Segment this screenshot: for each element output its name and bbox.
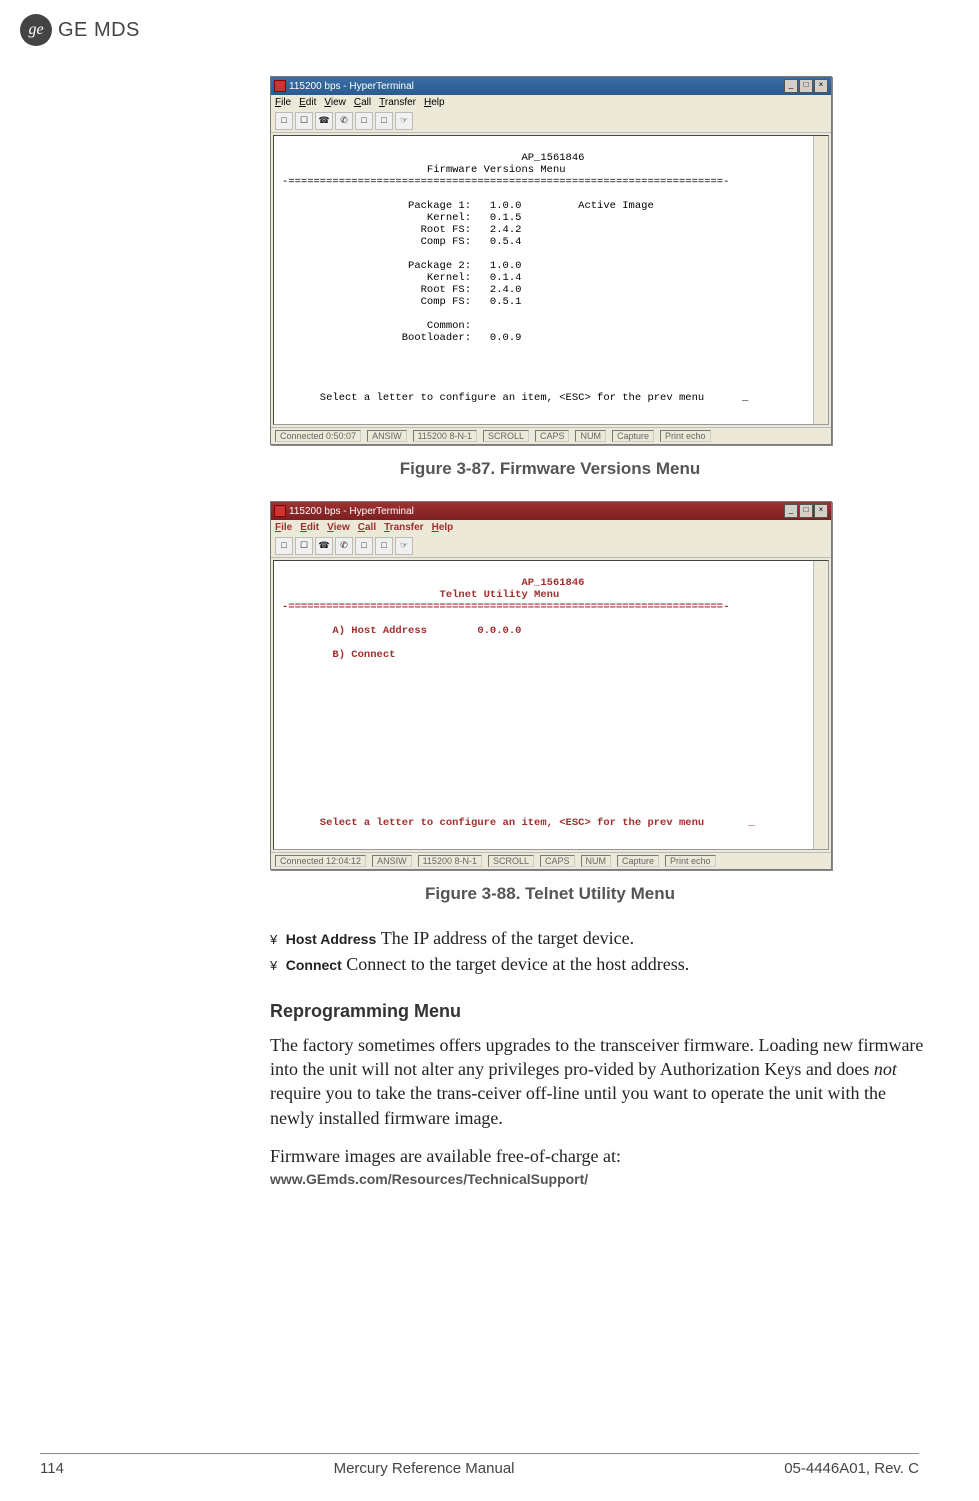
tb-new-icon[interactable]: □ [275,112,293,130]
tb-new-icon[interactable]: □ [275,537,293,555]
status-capture-1: Capture [612,430,654,442]
footer-doc: 05-4446A01, Rev. C [784,1460,919,1477]
status-baud-2: 115200 8-N-1 [418,855,482,867]
connect-label: Connect [286,957,342,973]
close-button[interactable]: × [814,79,828,93]
menu-transfer[interactable]: Transfer [384,522,423,533]
bullet-icon: ¥ [270,958,277,973]
minimize-button[interactable]: _ [784,504,798,518]
tb-send-icon[interactable]: □ [355,537,373,555]
tb-open-icon[interactable]: ☐ [295,112,313,130]
header-logo: ge GE MDS [20,14,909,46]
host-address-text: The IP address of the target device. [381,928,634,948]
host-address-label: Host Address [286,931,377,947]
reprogramming-heading: Reprogramming Menu [270,999,930,1023]
hyperterminal-window-1: 115200 bps - HyperTerminal _ □ × File Ed… [270,76,832,445]
statusbar-2: Connected 12:04:12 ANSIW 115200 8-N-1 SC… [271,852,831,869]
window-title-1: 115200 bps - HyperTerminal [289,81,414,92]
tb-prop-icon[interactable]: ☞ [395,112,413,130]
menubar-2: File Edit View Call Transfer Help [271,520,831,535]
figure-87-block: 115200 bps - HyperTerminal _ □ × File Ed… [270,76,909,479]
app-icon [274,80,286,92]
para-1: The factory sometimes offers upgrades to… [270,1033,930,1130]
titlebar-2: 115200 bps - HyperTerminal _ □ × [271,502,831,520]
app-icon [274,505,286,517]
terminal-text-1: AP_1561846 Firmware Versions Menu -=====… [282,152,748,404]
tb-open-icon[interactable]: ☐ [295,537,313,555]
menu-view[interactable]: View [324,97,346,108]
figure-88-caption: Figure 3-88. Telnet Utility Menu [270,884,830,904]
terminal-body-1: AP_1561846 Firmware Versions Menu -=====… [273,135,829,425]
toolbar-2: □ ☐ ☎ ✆ □ □ ☞ [271,535,831,558]
tb-disc-icon[interactable]: ✆ [335,537,353,555]
terminal-text-2: AP_1561846 Telnet Utility Menu -========… [282,577,755,829]
footer-title: Mercury Reference Manual [334,1460,515,1477]
titlebar-1: 115200 bps - HyperTerminal _ □ × [271,77,831,95]
para1-italic: not [874,1059,897,1079]
status-connected-2: Connected 12:04:12 [275,855,366,867]
status-printecho-1: Print echo [660,430,711,442]
status-capture-2: Capture [617,855,659,867]
scrollbar-1[interactable] [813,136,828,424]
tb-send-icon[interactable]: □ [355,112,373,130]
def-connect: ¥ Connect Connect to the target device a… [270,952,930,976]
support-url[interactable]: www.GEmds.com/Resources/TechnicalSupport… [270,1170,930,1189]
menu-call[interactable]: Call [354,97,371,108]
status-caps-2: CAPS [540,855,575,867]
toolbar-1: □ ☐ ☎ ✆ □ □ ☞ [271,110,831,133]
menu-edit[interactable]: Edit [299,97,316,108]
ge-circle-icon: ge [20,14,52,46]
terminal-body-2: AP_1561846 Telnet Utility Menu -========… [273,560,829,850]
tb-recv-icon[interactable]: □ [375,112,393,130]
tb-disc-icon[interactable]: ✆ [335,112,353,130]
page-footer: 114 Mercury Reference Manual 05-4446A01,… [40,1453,919,1477]
status-emul-2: ANSIW [372,855,412,867]
page-number: 114 [40,1460,64,1477]
hyperterminal-window-2: 115200 bps - HyperTerminal _ □ × File Ed… [270,501,832,870]
menu-help[interactable]: Help [432,522,454,533]
menu-edit[interactable]: Edit [300,522,319,533]
maximize-button[interactable]: □ [799,504,813,518]
menu-file[interactable]: File [275,522,292,533]
tb-prop-icon[interactable]: ☞ [395,537,413,555]
scrollbar-2[interactable] [813,561,828,849]
minimize-button[interactable]: _ [784,79,798,93]
figure-87-caption: Figure 3-87. Firmware Versions Menu [270,459,830,479]
window-title-2: 115200 bps - HyperTerminal [289,506,414,517]
statusbar-1: Connected 0:50:07 ANSIW 115200 8-N-1 SCR… [271,427,831,444]
menubar-1: File Edit View Call Transfer Help [271,95,831,110]
status-emul-1: ANSIW [367,430,407,442]
status-scroll-2: SCROLL [488,855,534,867]
menu-call[interactable]: Call [358,522,376,533]
menu-transfer[interactable]: Transfer [379,97,416,108]
body-text: ¥ Host Address The IP address of the tar… [270,926,930,1189]
maximize-button[interactable]: □ [799,79,813,93]
close-button[interactable]: × [814,504,828,518]
tb-call-icon[interactable]: ☎ [315,112,333,130]
status-caps-1: CAPS [535,430,570,442]
tb-call-icon[interactable]: ☎ [315,537,333,555]
figure-88-block: 115200 bps - HyperTerminal _ □ × File Ed… [270,501,909,904]
connect-text: Connect to the target device at the host… [346,954,689,974]
tb-recv-icon[interactable]: □ [375,537,393,555]
status-num-2: NUM [581,855,612,867]
menu-help[interactable]: Help [424,97,445,108]
menu-view[interactable]: View [327,522,350,533]
status-scroll-1: SCROLL [483,430,529,442]
window-controls: _ □ × [784,504,828,518]
status-baud-1: 115200 8-N-1 [413,430,477,442]
status-printecho-2: Print echo [665,855,716,867]
logo-text: GE MDS [58,19,140,42]
menu-file[interactable]: File [275,97,291,108]
def-host-address: ¥ Host Address The IP address of the tar… [270,926,930,950]
para-2: Firmware images are available free-of-ch… [270,1144,930,1168]
status-connected-1: Connected 0:50:07 [275,430,361,442]
para1a: The factory sometimes offers upgrades to… [270,1035,923,1079]
para1b: require you to take the trans-ceiver off… [270,1083,886,1127]
status-num-1: NUM [575,430,606,442]
window-controls: _ □ × [784,79,828,93]
bullet-icon: ¥ [270,932,277,947]
